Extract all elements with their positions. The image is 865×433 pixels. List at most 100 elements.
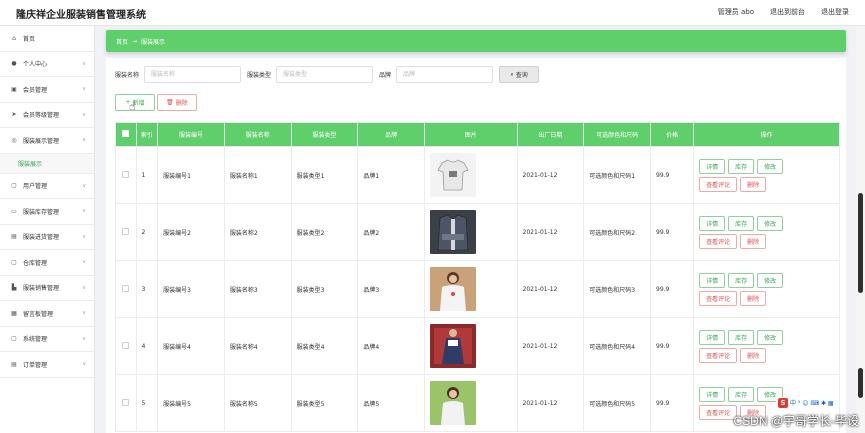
sogou-icon[interactable]: S (778, 397, 788, 408)
row-checkbox[interactable] (122, 398, 130, 406)
delete-button[interactable]: 删除 (740, 347, 767, 363)
row-select-cell[interactable] (115, 317, 137, 375)
edit-button[interactable]: 修改 (757, 329, 784, 345)
cell-image (424, 146, 518, 204)
view-review-button[interactable]: 查看评论 (699, 290, 738, 306)
breadcrumb-home[interactable]: 首页 (116, 37, 128, 46)
scrollbar-thumb[interactable] (858, 193, 863, 293)
row-checkbox[interactable] (122, 170, 130, 178)
exit-to-front-link[interactable]: 退出到前台 (770, 7, 805, 17)
delete-button[interactable]: 删除 (740, 176, 767, 192)
edit-button[interactable]: 修改 (757, 158, 784, 174)
sidebar-item-warehouse[interactable]: ▢ 仓库管理 ∨ (0, 250, 94, 276)
logout-link[interactable]: 退出登录 (821, 7, 849, 17)
view-review-button[interactable]: 查看评论 (699, 176, 738, 192)
batch-delete-button[interactable]: 🗑 删除 (157, 94, 197, 111)
cell-ops: 详情 库存 修改 查看评论 删除 (693, 146, 840, 204)
cell-date: 2021-01-12 (516, 374, 585, 432)
sidebar-item-label: 会员等级管理 (23, 112, 60, 120)
detail-button[interactable]: 详情 (699, 215, 726, 231)
clothing-image[interactable] (430, 324, 477, 368)
row-checkbox[interactable] (122, 341, 130, 349)
sidebar-item-label: 留言板管理 (23, 310, 54, 318)
stock-button[interactable]: 库存 (728, 329, 755, 345)
edit-button[interactable]: 修改 (757, 272, 784, 288)
sidebar-item-label: 订单管理 (23, 361, 48, 369)
send-icon: ➤ (11, 111, 17, 119)
sidebar-item-clothing-display[interactable]: ◎ 服装展示管理 ∧ (0, 128, 94, 154)
view-review-button[interactable]: 查看评论 (699, 233, 738, 249)
select-all-cell[interactable] (115, 122, 137, 147)
sidebar-item-label: 服装展示管理 (23, 137, 60, 145)
select-all-checkbox[interactable] (122, 130, 130, 137)
brand-search-input[interactable] (396, 66, 494, 83)
sidebar-item-system[interactable]: ▢ 系统管理 ∨ (0, 327, 94, 352)
sidebar-item-personal[interactable]: ● 个人中心 ∨ (0, 52, 94, 77)
clothing-image[interactable] (430, 381, 477, 425)
sidebar-item-user-manage[interactable]: ▢ 用户管理 ∨ (0, 174, 94, 199)
clothing-image[interactable] (430, 153, 477, 197)
admin-user-label[interactable]: 管理员 abo (718, 7, 754, 17)
detail-button[interactable]: 详情 (699, 386, 726, 402)
cell-colors: 可选颜色和尺码3 (583, 260, 652, 318)
sidebar-item-label: 系统管理 (23, 336, 48, 344)
sidebar-item-member-level[interactable]: ➤ 会员等级管理 ∨ (0, 103, 94, 128)
table-row: 4 服装编号4 服装名称4 服装类型4 品牌4 2021-01-12 可选颜色和… (115, 317, 840, 375)
cell-brand: 品牌3 (357, 260, 426, 318)
th-colors: 可选颜色和尺码 (583, 122, 652, 147)
row-select-cell[interactable] (115, 146, 137, 204)
stock-button[interactable]: 库存 (728, 272, 755, 288)
sidebar-item-label: 个人中心 (23, 61, 48, 69)
sidebar-item-label: 首页 (23, 35, 36, 43)
view-review-button[interactable]: 查看评论 (699, 404, 738, 420)
clothing-image[interactable] (430, 210, 477, 254)
detail-button[interactable]: 详情 (699, 329, 726, 345)
detail-button[interactable]: 详情 (699, 272, 726, 288)
cell-colors: 可选颜色和尺码5 (583, 374, 652, 432)
stock-button[interactable]: 库存 (728, 158, 755, 174)
row-select-cell[interactable] (115, 260, 137, 318)
clothing-image[interactable] (430, 267, 477, 311)
delete-button[interactable]: 删除 (740, 233, 767, 249)
type-search-input[interactable] (276, 66, 374, 83)
name-label: 服装名称 (115, 72, 140, 79)
cell-colors: 可选颜色和尺码4 (583, 317, 652, 375)
system-icon: ▢ (11, 335, 17, 343)
chevron-down-icon: ∨ (82, 259, 86, 265)
delete-button[interactable]: 删除 (740, 290, 767, 306)
sidebar-item-member[interactable]: ▣ 会员管理 ∨ (0, 77, 94, 103)
cell-type: 服装类型4 (290, 317, 359, 375)
view-review-button[interactable]: 查看评论 (699, 347, 738, 363)
chat-icon: ▭ (11, 207, 17, 215)
row-checkbox[interactable] (122, 227, 130, 235)
mouse-pointer-icon: ☝ (129, 100, 136, 113)
cell-type: 服装类型3 (290, 260, 359, 318)
scrollbar-thumb-secondary[interactable] (858, 368, 863, 398)
edit-button[interactable]: 修改 (757, 215, 784, 231)
cell-brand: 品牌5 (357, 374, 426, 432)
sidebar-item-message-board[interactable]: ▦ 留言板管理 ∨ (0, 301, 94, 327)
row-select-cell[interactable] (115, 374, 137, 432)
sidebar-item-stock[interactable]: ▭ 服装库存管理 ∨ (0, 199, 94, 225)
top-right-links: 管理员 abo 退出到前台 退出登录 (718, 7, 849, 17)
cell-brand: 品牌4 (357, 317, 426, 375)
stock-button[interactable]: 库存 (728, 386, 755, 402)
name-search-input[interactable] (144, 66, 242, 83)
sidebar-item-sales[interactable]: ▙ 服装销售管理 ∨ (0, 276, 94, 301)
search-icon: ⌕ (510, 70, 514, 78)
cell-brand: 品牌1 (357, 146, 426, 204)
th-price: 价格 (650, 122, 695, 147)
ime-tray-icons[interactable]: 中 ⁵ ☺ ⌨ ✱ ▦ (790, 398, 834, 407)
search-button[interactable]: ⌕ 查询 (499, 66, 540, 83)
sidebar-item-orders[interactable]: ▤ 订单管理 ∨ (0, 352, 94, 378)
stock-button[interactable]: 库存 (728, 215, 755, 231)
cell-colors: 可选颜色和尺码1 (583, 146, 652, 204)
sidebar-item-purchase[interactable]: ▤ 服装进货管理 ∨ (0, 225, 94, 250)
row-select-cell[interactable] (115, 203, 137, 261)
sidebar-item-home[interactable]: ⌂ 首页 (0, 26, 94, 52)
sidebar-subitem-clothing-display[interactable]: 服装展示 (0, 153, 94, 174)
table-row: 2 服装编号2 服装名称2 服装类型2 品牌2 2021-01-12 可选颜色和… (115, 203, 840, 261)
row-checkbox[interactable] (122, 284, 130, 292)
detail-button[interactable]: 详情 (699, 158, 726, 174)
th-date: 出厂日期 (516, 122, 585, 147)
